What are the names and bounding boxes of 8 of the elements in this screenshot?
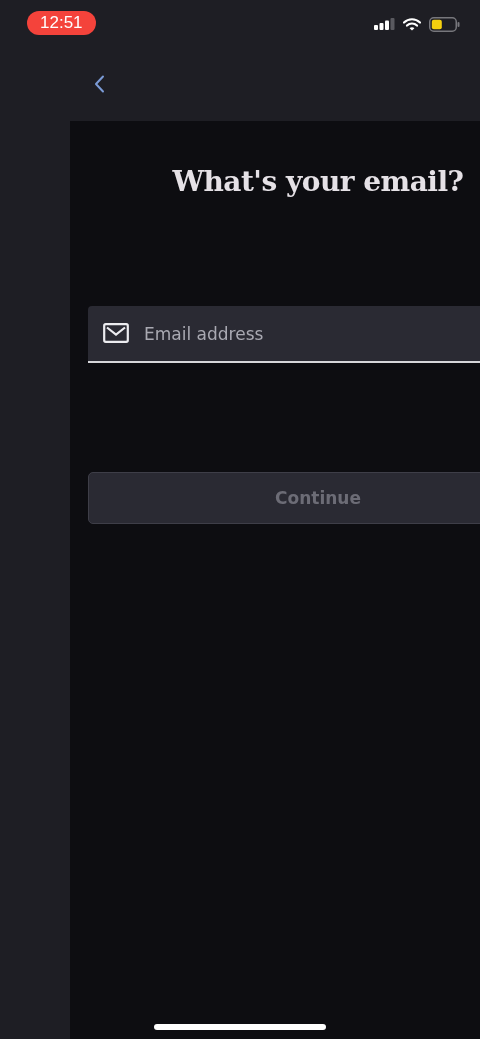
- email-field[interactable]: Email address: [88, 306, 480, 363]
- status-time: 12:51: [27, 11, 96, 35]
- back-icon[interactable]: [94, 74, 105, 93]
- wifi-icon: [403, 17, 421, 31]
- mail-icon: [103, 323, 129, 343]
- page-title: What's your email?: [171, 165, 465, 198]
- battery-icon: [429, 16, 460, 32]
- signal-icon: [374, 18, 395, 30]
